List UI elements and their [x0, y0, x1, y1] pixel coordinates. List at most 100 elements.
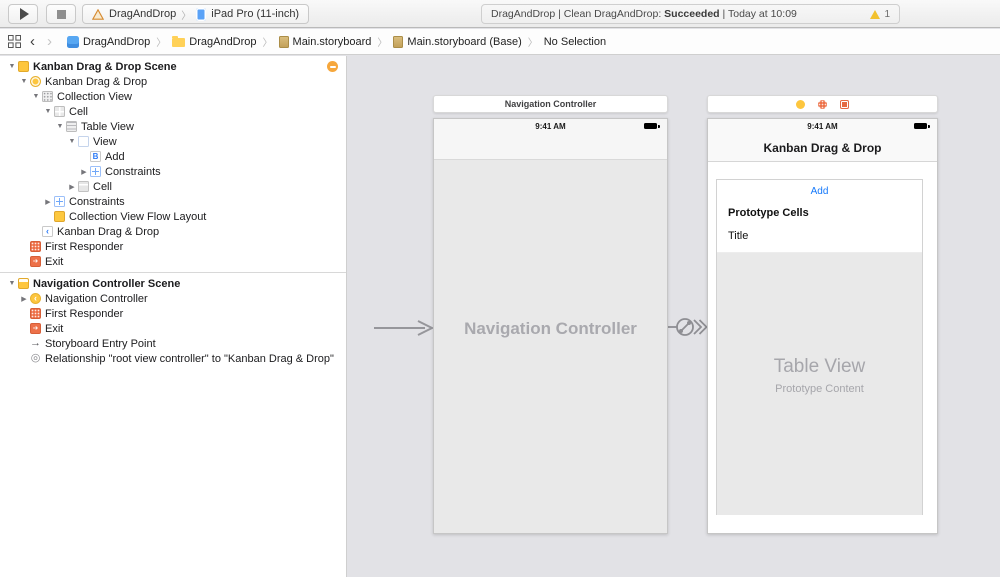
table-view[interactable]: Add Prototype Cells Title Table View Pro… — [716, 179, 923, 515]
kanban-vc-title-bar[interactable] — [707, 95, 938, 113]
outline-label: Table View — [81, 121, 134, 133]
outline-label: Kanban Drag & Drop Scene — [33, 61, 177, 73]
outline-row[interactable]: Exit — [0, 254, 346, 269]
flow-layout-icon — [54, 211, 65, 222]
outline-label: Kanban Drag & Drop — [45, 76, 147, 88]
prototype-cell-title[interactable]: Title — [728, 230, 748, 242]
outline-label: Kanban Drag & Drop — [57, 226, 159, 238]
nav-controller-title: Navigation Controller — [505, 99, 597, 109]
exit-icon — [30, 256, 41, 267]
outline-row[interactable]: Kanban Drag & Drop — [0, 74, 346, 89]
breadcrumb-item[interactable]: No Selection — [544, 36, 606, 48]
outline-label: Cell — [93, 181, 112, 193]
breadcrumb-item[interactable]: DragAndDrop — [172, 36, 256, 48]
status-bar: 9:41 AM — [708, 119, 937, 133]
scene-nav-icon — [18, 278, 29, 289]
outline-row[interactable]: Collection View Flow Layout — [0, 209, 346, 224]
outline-label: First Responder — [45, 241, 123, 253]
activity-viewer[interactable]: DragAndDrop | Clean DragAndDrop: Succeed… — [481, 4, 900, 24]
warning-icon — [870, 10, 880, 19]
breadcrumb-item[interactable]: Main.storyboard (Base) — [393, 36, 521, 48]
exit-dock-icon[interactable] — [840, 100, 849, 109]
view-controller-dock-icon[interactable] — [796, 100, 805, 109]
outline-row[interactable]: Collection View — [0, 89, 346, 104]
disclosure-triangle-icon[interactable] — [78, 168, 90, 176]
outline-label: Storyboard Entry Point — [45, 338, 156, 350]
outline-row[interactable]: First Responder — [0, 239, 346, 254]
disclosure-triangle-icon[interactable] — [66, 183, 78, 191]
chevron-separator-icon: 〉 — [155, 34, 167, 49]
folder-icon — [172, 38, 185, 47]
play-icon — [20, 8, 29, 20]
scheme-selector[interactable]: DragAndDrop 〉 iPad Pro (11-inch) — [82, 4, 309, 24]
nav-controller-view[interactable]: 9:41 AM Navigation Controller — [433, 118, 668, 534]
forward-button[interactable]: › — [44, 35, 55, 48]
ipad-device-icon — [196, 8, 206, 21]
disclosure-triangle-icon[interactable] — [30, 93, 42, 100]
add-button[interactable]: Add — [717, 186, 922, 197]
run-button[interactable] — [8, 4, 38, 24]
outline-row[interactable]: Storyboard Entry Point — [0, 336, 346, 351]
outline-label: Constraints — [69, 196, 125, 208]
disclosure-triangle-icon[interactable] — [42, 198, 54, 206]
outline-label: Exit — [45, 256, 63, 268]
disclosure-triangle-icon[interactable] — [6, 280, 18, 287]
chevron-separator-icon: 〉 — [181, 7, 191, 22]
breadcrumb-item[interactable]: Main.storyboard — [279, 36, 372, 48]
breadcrumb-label: Main.storyboard — [293, 36, 372, 48]
outline-row[interactable]: Navigation Controller — [0, 291, 346, 306]
constraints-icon — [54, 196, 65, 207]
disclosure-triangle-icon[interactable] — [54, 123, 66, 130]
outline-row[interactable]: Table View — [0, 119, 346, 134]
first-responder-icon — [30, 241, 41, 252]
collection-view-icon — [42, 91, 53, 102]
relationship-segue-arrow[interactable] — [668, 319, 707, 335]
nav-controller-title-bar[interactable]: Navigation Controller — [433, 95, 668, 113]
storyboard-canvas[interactable]: Navigation Controller 9:41 AM Navigation… — [348, 56, 1000, 577]
outline-row[interactable]: Constraints — [0, 164, 346, 179]
jump-bar: ‹ › DragAndDrop〉DragAndDrop〉Main.storybo… — [0, 29, 1000, 55]
outline-row[interactable]: Kanban Drag & Drop — [0, 224, 346, 239]
storyboard-entry-arrow[interactable] — [374, 321, 432, 335]
breadcrumb: DragAndDrop〉DragAndDrop〉Main.storyboard〉… — [67, 34, 606, 49]
view-icon — [78, 136, 89, 147]
table-view-icon — [66, 121, 77, 132]
nav-controller-icon — [30, 293, 41, 304]
outline-row[interactable]: Cell — [0, 104, 346, 119]
outline-row[interactable]: Cell — [0, 179, 346, 194]
scene-indicator-badge[interactable] — [327, 61, 338, 72]
disclosure-triangle-icon[interactable] — [66, 138, 78, 145]
outline-row[interactable]: Exit — [0, 321, 346, 336]
breadcrumb-label: DragAndDrop — [189, 36, 256, 48]
disclosure-triangle-icon[interactable] — [42, 108, 54, 115]
stop-button[interactable] — [46, 4, 76, 24]
entry-point-icon — [30, 338, 41, 349]
related-items-icon[interactable] — [8, 35, 21, 48]
outline-row[interactable]: Navigation Controller Scene — [0, 276, 346, 291]
storyboard-icon — [393, 36, 403, 48]
outline-row[interactable]: Constraints — [0, 194, 346, 209]
view-controller-icon — [30, 76, 41, 87]
outline-row[interactable]: Add — [0, 149, 346, 164]
disclosure-triangle-icon[interactable] — [18, 78, 30, 85]
kanban-vc-view[interactable]: 9:41 AM Kanban Drag & Drop Add Prototype… — [707, 118, 938, 534]
outline-row[interactable]: First Responder — [0, 306, 346, 321]
document-outline: Kanban Drag & Drop Scene Kanban Drag & Dr… — [0, 56, 347, 577]
prototype-content-area[interactable]: Table View Prototype Content — [717, 252, 922, 515]
disclosure-triangle-icon[interactable] — [6, 63, 18, 70]
outline-row[interactable]: Relationship "root view controller" to "… — [0, 351, 346, 366]
outline-label: View — [93, 136, 117, 148]
outline-row[interactable]: View — [0, 134, 346, 149]
outline-label: Collection View Flow Layout — [69, 211, 206, 223]
outline-label: Relationship "root view controller" to "… — [45, 353, 334, 365]
breadcrumb-item[interactable]: DragAndDrop — [67, 36, 150, 48]
warning-badge[interactable]: 1 — [870, 9, 890, 20]
disclosure-triangle-icon[interactable] — [18, 295, 30, 303]
outline-label: Navigation Controller Scene — [33, 278, 180, 290]
back-button[interactable]: ‹ — [27, 35, 38, 48]
battery-icon — [644, 123, 657, 129]
outline-row[interactable]: Kanban Drag & Drop Scene — [0, 59, 346, 74]
first-responder-dock-icon[interactable] — [818, 100, 827, 109]
battery-icon — [914, 123, 927, 129]
scene-divider — [0, 272, 346, 273]
